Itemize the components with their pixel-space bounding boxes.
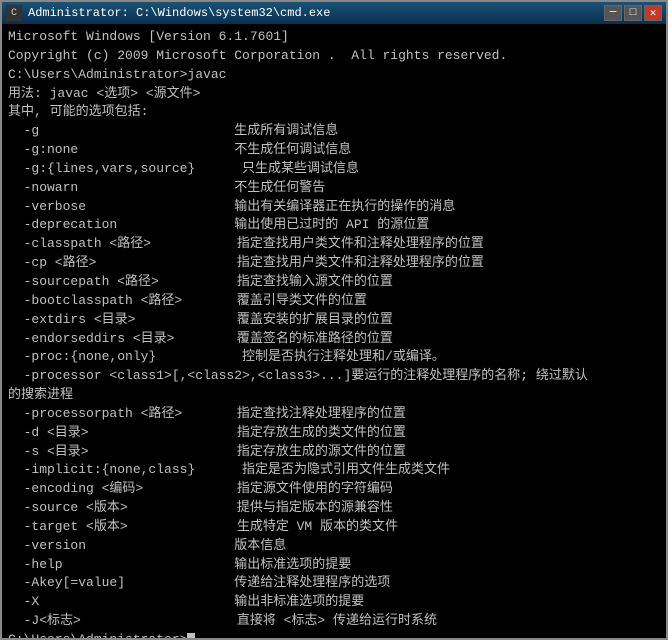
- terminal-line: -sourcepath <路径> 指定查找输入源文件的位置: [8, 273, 660, 292]
- terminal-line: -help 输出标准选项的提要: [8, 556, 660, 575]
- close-button[interactable]: ✕: [644, 5, 662, 21]
- terminal-line: -bootclasspath <路径> 覆盖引导类文件的位置: [8, 292, 660, 311]
- terminal-line: -endorseddirs <目录> 覆盖签名的标准路径的位置: [8, 330, 660, 349]
- terminal-line: -classpath <路径> 指定查找用户类文件和注释处理程序的位置: [8, 235, 660, 254]
- terminal-line: -proc:{none,only} 控制是否执行注释处理和/或编译。: [8, 348, 660, 367]
- terminal-line: 用法: javac <选项> <源文件>: [8, 85, 660, 104]
- cmd-window: C Administrator: C:\Windows\system32\cmd…: [0, 0, 668, 640]
- minimize-button[interactable]: ─: [604, 5, 622, 21]
- terminal-line: -implicit:{none,class} 指定是否为隐式引用文件生成类文件: [8, 461, 660, 480]
- terminal-line: -Akey[=value] 传递给注释处理程序的选项: [8, 574, 660, 593]
- terminal-line: -processorpath <路径> 指定查找注释处理程序的位置: [8, 405, 660, 424]
- terminal-content[interactable]: Microsoft Windows [Version 6.1.7601]Copy…: [2, 24, 666, 638]
- terminal-line: Copyright (c) 2009 Microsoft Corporation…: [8, 47, 660, 66]
- terminal-line: -processor <class1>[,<class2>,<class3>..…: [8, 367, 660, 386]
- terminal-line: -deprecation 输出使用已过时的 API 的源位置: [8, 216, 660, 235]
- terminal-line: -g:{lines,vars,source} 只生成某些调试信息: [8, 160, 660, 179]
- terminal-line: Microsoft Windows [Version 6.1.7601]: [8, 28, 660, 47]
- titlebar-buttons: ─ □ ✕: [604, 5, 662, 21]
- terminal-line: -cp <路径> 指定查找用户类文件和注释处理程序的位置: [8, 254, 660, 273]
- terminal-line: C:\Users\Administrator>javac: [8, 66, 660, 85]
- terminal-line: -extdirs <目录> 覆盖安装的扩展目录的位置: [8, 311, 660, 330]
- terminal-line: -g:none 不生成任何调试信息: [8, 141, 660, 160]
- terminal-line: -encoding <编码> 指定源文件使用的字符编码: [8, 480, 660, 499]
- maximize-button[interactable]: □: [624, 5, 642, 21]
- cmd-icon: C: [11, 8, 17, 19]
- terminal-line: 的搜索进程: [8, 386, 660, 405]
- titlebar: C Administrator: C:\Windows\system32\cmd…: [2, 2, 666, 24]
- terminal-line: -s <目录> 指定存放生成的源文件的位置: [8, 443, 660, 462]
- terminal-line: -target <版本> 生成特定 VM 版本的类文件: [8, 518, 660, 537]
- terminal-line: -J<标志> 直接将 <标志> 传递给运行时系统: [8, 612, 660, 631]
- titlebar-icon: C: [6, 5, 22, 21]
- terminal-line: -verbose 输出有关编译器正在执行的操作的消息: [8, 198, 660, 217]
- terminal-line: -source <版本> 提供与指定版本的源兼容性: [8, 499, 660, 518]
- terminal-line: -g 生成所有调试信息: [8, 122, 660, 141]
- terminal-line: -version 版本信息: [8, 537, 660, 556]
- terminal-line: -X 输出非标准选项的提要: [8, 593, 660, 612]
- terminal-line: -d <目录> 指定存放生成的类文件的位置: [8, 424, 660, 443]
- cursor: [187, 633, 195, 638]
- terminal-line: 其中, 可能的选项包括:: [8, 103, 660, 122]
- titlebar-title: Administrator: C:\Windows\system32\cmd.e…: [28, 6, 598, 20]
- terminal-line: C:\Users\Administrator>: [8, 631, 660, 638]
- terminal-line: -nowarn 不生成任何警告: [8, 179, 660, 198]
